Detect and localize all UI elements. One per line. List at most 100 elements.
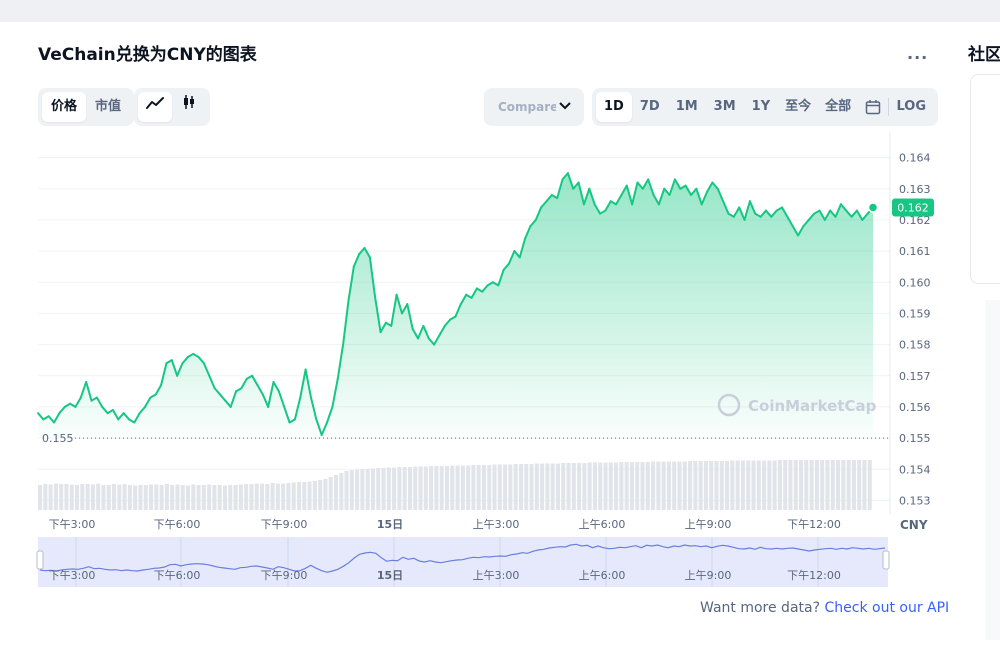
volume-bar [429,466,434,510]
volume-bar [434,466,439,510]
volume-bar [619,462,624,510]
volume-bar [154,484,159,510]
calendar-icon [865,99,881,114]
volume-bar [275,483,280,510]
chevron-down-icon [559,102,571,110]
log-scale-button[interactable]: LOG [888,92,934,122]
navigator-tick-label: 15日 [377,569,403,582]
volume-bar [841,460,846,510]
navigator-tick-label: 上午6:00 [579,569,626,582]
range-7d[interactable]: 7D [632,92,668,122]
volume-bar [439,466,444,510]
volume-bar [851,460,856,510]
volume-bar [339,473,344,510]
x-tick-label: 上午3:00 [473,518,520,531]
range-1d[interactable]: 1D [596,92,632,122]
volume-bar [85,484,90,510]
volume-bar [682,461,687,510]
navigator-tick-label: 下午6:00 [154,569,201,582]
volume-bar [117,484,122,510]
volume-bar [291,482,296,510]
range-ytd[interactable]: 至今 [778,92,818,122]
y-tick-label: 0.159 [899,307,931,320]
navigator-tick-label: 下午12:00 [787,569,841,582]
range-3m[interactable]: 3M [706,92,744,122]
y-tick-label: 0.153 [899,494,931,507]
range-1m[interactable]: 1M [668,92,706,122]
volume-bar [635,462,640,510]
volume-bar [386,467,391,510]
volume-bar [513,464,518,510]
range-1y[interactable]: 1Y [744,92,778,122]
volume-bar [545,463,550,510]
volume-bar [751,460,756,510]
volume-bar [645,462,650,510]
volume-bar [492,464,497,510]
volume-bar [238,484,243,510]
volume-bar [508,464,513,510]
more-options-button[interactable]: ... [907,44,928,63]
volume-bar [703,461,708,510]
volume-bar [614,462,619,510]
volume-bar [830,460,835,510]
y-tick-label: 0.158 [899,339,931,352]
volume-bar [857,460,862,510]
volume-bar [233,485,238,510]
y-tick-label: 0.163 [899,183,931,196]
volume-bar [608,462,613,510]
volume-bar [323,479,328,510]
volume-bar [360,469,365,510]
y-tick-label: 0.155 [899,432,931,445]
watermark-text: CoinMarketCap [748,397,877,415]
candlestick-chart-button[interactable] [172,92,206,122]
community-card [970,74,1000,284]
range-all[interactable]: 全部 [818,92,858,122]
volume-bar [212,485,217,510]
volume-bar [555,463,560,510]
api-link[interactable]: Check out our API [824,600,949,616]
volume-bar [719,461,724,510]
time-range-group: 1D 7D 1M 3M 1Y 至今 全部 LOG [592,88,938,126]
current-price-label: 0.162 [897,201,929,214]
volume-bar [259,483,265,510]
line-chart-button[interactable] [138,92,172,122]
volume-bar [867,460,872,510]
volume-bar [471,465,476,510]
volume-bar [244,484,249,510]
volume-bar [222,485,228,510]
navigator-tick-label: 下午9:00 [261,569,308,582]
sidebar-panel [985,300,1000,640]
volume-bar [249,484,254,510]
volume-bar [254,483,259,510]
x-tick-label: 下午12:00 [787,518,841,531]
volume-bar [43,484,48,510]
y-tick-label: 0.154 [899,463,931,476]
volume-bar [286,483,291,510]
price-chart[interactable]: 0.153 0.154 0.155 0.156 0.157 0.158 0.159 0.160… [0,130,958,590]
volume-bar [228,485,233,510]
volume-bar [407,467,413,510]
price-tab[interactable]: 价格 [42,92,87,122]
volume-bar [629,462,634,510]
compare-select[interactable]: Compare with [484,88,584,126]
volume-bar [592,462,597,510]
market-cap-tab[interactable]: 市值 [86,92,130,122]
volume-bar [270,483,275,510]
volume-bar [497,464,502,510]
navigator-handle [36,550,44,570]
y-tick-label: 0.161 [899,245,931,258]
x-tick-label: 下午9:00 [261,518,308,531]
y-tick-label: 0.164 [899,152,931,165]
volume-bar [349,470,354,510]
volume-bar [672,461,677,510]
calendar-button[interactable] [858,92,888,122]
x-tick-label: 15日 [377,518,403,531]
volume-bar [307,481,312,510]
volume-bar [603,462,608,510]
volume-bar [122,484,127,510]
sidebar-title: 社区 [968,45,1000,65]
top-bar [0,0,1000,22]
compare-placeholder: Compare with [498,100,556,114]
volume-bar [820,460,825,510]
volume-bar [709,461,714,510]
